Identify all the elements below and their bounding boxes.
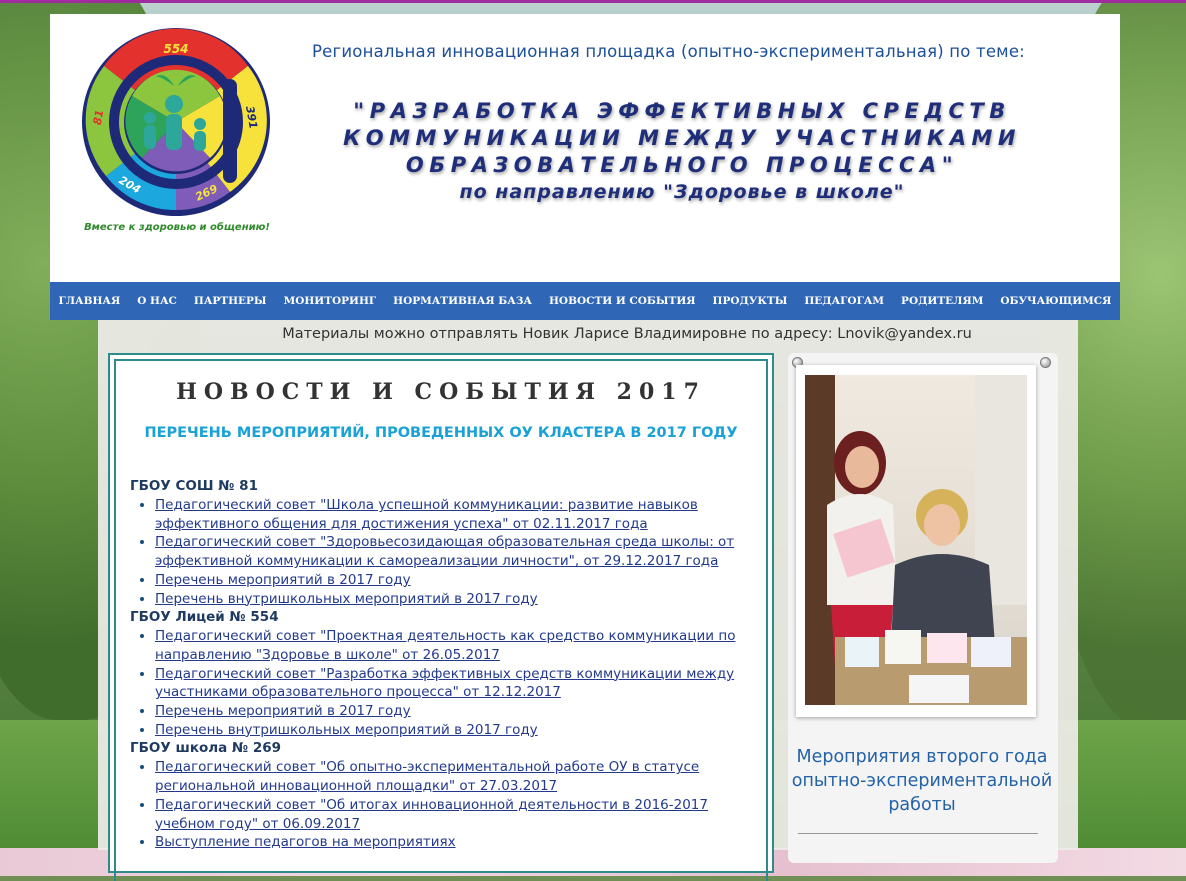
list-item: Педагогический совет "Об итогах инноваци… — [155, 796, 750, 833]
event-link[interactable]: Перечень мероприятий в 2017 году — [155, 703, 411, 719]
topic-line-1: "РАЗРАБОТКА ЭФФЕКТИВНЫХ СРЕДСТВ — [353, 99, 1011, 123]
topic-line-2: КОММУНИКАЦИИ МЕЖДУ УЧАСТНИКАМИ — [343, 126, 1021, 150]
header-subtitle: Региональная инновационная площадка (опы… — [312, 42, 1025, 61]
event-link[interactable]: Перечень мероприятий в 2017 году — [155, 572, 411, 588]
event-link[interactable]: Педагогический совет "Разработка эффекти… — [155, 666, 734, 701]
list-item: Перечень мероприятий в 2017 году — [155, 571, 750, 590]
nav-item-partners[interactable]: ПАРТНЕРЫ — [194, 295, 267, 307]
event-link[interactable]: Педагогический совет "Школа успешной ком… — [155, 497, 698, 532]
school-name: ГБОУ СОШ № 81 — [130, 478, 258, 494]
content-area: Материалы можно отправлять Новик Ларисе … — [98, 320, 1078, 881]
logo-number-554: 554 — [163, 42, 188, 56]
list-item: Педагогический совет "Школа успешной ком… — [155, 496, 750, 533]
pin-icon — [1040, 357, 1051, 368]
event-list: Педагогический совет "Проектная деятельн… — [130, 627, 750, 739]
site-logo[interactable]: 554 81 391 204 269 — [80, 26, 272, 218]
event-link[interactable]: Выступление педагогов на мероприятиях — [155, 834, 456, 850]
list-item: Педагогический совет "Здоровьесозидающая… — [155, 533, 750, 570]
list-item: Педагогический совет "Разработка эффекти… — [155, 665, 750, 702]
logo-number-81: 81 — [91, 109, 106, 126]
divider — [798, 833, 1038, 834]
news-subtitle: ПЕРЕЧЕНЬ МЕРОПРИЯТИЙ, ПРОВЕДЕННЫХ ОУ КЛА… — [144, 425, 738, 441]
nav-item-regulations[interactable]: НОРМАТИВНАЯ БАЗА — [393, 295, 532, 307]
list-item: Перечень внутришкольных мероприятий в 20… — [155, 721, 750, 740]
nav-item-about[interactable]: О НАС — [137, 295, 177, 307]
event-link[interactable]: Педагогический совет "Здоровьесозидающая… — [155, 534, 734, 569]
list-item: Перечень мероприятий в 2017 году — [155, 702, 750, 721]
nav-item-home[interactable]: ГЛАВНАЯ — [59, 295, 121, 307]
nav-item-teachers[interactable]: ПЕДАГОГАМ — [804, 295, 884, 307]
topic-direction: по направлению "Здоровье в школе" — [459, 181, 905, 203]
nav-item-products[interactable]: ПРОДУКТЫ — [713, 295, 788, 307]
event-link[interactable]: Перечень внутришкольных мероприятий в 20… — [155, 722, 538, 738]
event-list: Педагогический совет "Школа успешной ком… — [130, 496, 750, 608]
news-title: НОВОСТИ И СОБЫТИЯ 2017 — [176, 379, 706, 405]
list-item: Перечень внутришкольных мероприятий в 20… — [155, 590, 750, 609]
event-link[interactable]: Педагогический совет "Об итогах инноваци… — [155, 797, 708, 832]
header-topic: "РАЗРАБОТКА ЭФФЕКТИВНЫХ СРЕДСТВ КОММУНИК… — [302, 98, 1062, 205]
sidebar-caption[interactable]: Мероприятия второго года опытно-эксперим… — [788, 745, 1056, 817]
list-item: Педагогический совет "Об опытно-эксперим… — [155, 758, 750, 795]
topic-line-3: ОБРАЗОВАТЕЛЬНОГО ПРОЦЕССА" — [405, 153, 959, 177]
event-list: Педагогический совет "Об опытно-эксперим… — [130, 758, 750, 852]
event-link[interactable]: Перечень внутришкольных мероприятий в 20… — [155, 591, 538, 607]
event-link[interactable]: Педагогический совет "Об опытно-эксперим… — [155, 759, 699, 794]
nav-item-news[interactable]: НОВОСТИ И СОБЫТИЯ — [549, 295, 696, 307]
list-item: Педагогический совет "Проектная деятельн… — [155, 627, 750, 664]
nav-item-parents[interactable]: РОДИТЕЛЯМ — [901, 295, 983, 307]
news-panel: НОВОСТИ И СОБЫТИЯ 2017 ПЕРЕЧЕНЬ МЕРОПРИЯ… — [108, 353, 774, 881]
materials-notice: Материалы можно отправлять Новик Ларисе … — [282, 326, 972, 342]
event-link[interactable]: Педагогический совет "Проектная деятельн… — [155, 628, 735, 663]
main-nav: ГЛАВНАЯ О НАС ПАРТНЕРЫ МОНИТОРИНГ НОРМАТ… — [50, 282, 1120, 320]
school-name: ГБОУ школа № 269 — [130, 740, 282, 757]
nav-item-monitoring[interactable]: МОНИТОРИНГ — [284, 295, 377, 307]
photo-frame — [796, 365, 1036, 717]
sidebar-panel: Мероприятия второго года опытно-эксперим… — [788, 353, 1058, 863]
logo-slogan: Вместе к здоровью и общению! — [84, 222, 270, 233]
nav-item-students[interactable]: ОБУЧАЮЩИМСЯ — [1000, 295, 1111, 307]
list-item: Выступление педагогов на мероприятиях — [155, 833, 750, 852]
site-header: 554 81 391 204 269 Вместе к здоровью и о… — [50, 14, 1120, 282]
school-name: ГБОУ Лицей № 554 — [130, 609, 279, 626]
schools-list: ГБОУ СОШ № 81 Педагогический совет "Школ… — [130, 477, 750, 852]
event-photo[interactable] — [805, 375, 1027, 705]
